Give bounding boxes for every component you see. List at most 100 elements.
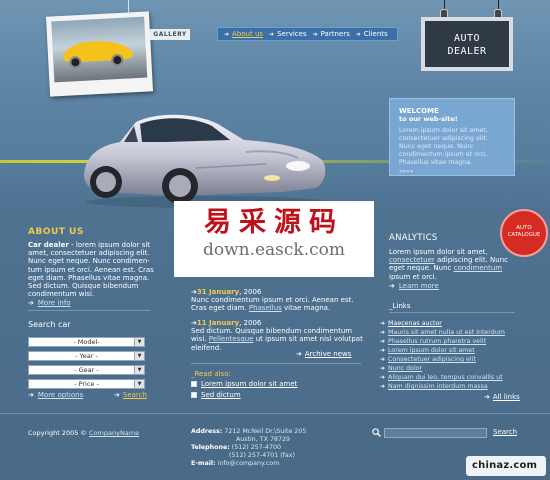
site-mark: chinaz.com (472, 460, 538, 471)
archive-news-link[interactable]: ➔ Archive news (296, 350, 351, 358)
news-date: 31 January (196, 288, 240, 296)
telephone-value: (512) 257-4700 (231, 444, 282, 451)
arrow-icon: ➔ (380, 374, 386, 381)
link-item[interactable]: ➔ Nunc dolor (380, 365, 422, 372)
read-also-item[interactable]: Lorem ipsum dolor sit amet (191, 380, 297, 388)
car-wheel (111, 53, 124, 67)
more-options-link[interactable]: ➔ More options (28, 391, 83, 399)
logo-sign[interactable]: AUTO DEALER (421, 17, 513, 71)
news-link[interactable]: Phasellus (249, 304, 282, 312)
arrow-icon: ➔ (380, 338, 386, 345)
divider (28, 310, 150, 311)
link-item[interactable]: ➔ Phasellus rutrum pharetra velit (380, 338, 486, 345)
year-select[interactable]: - Year - ▼ (28, 351, 145, 361)
arrow-icon: ➔ (389, 281, 395, 290)
model-select[interactable]: - Model- ▼ (28, 337, 145, 347)
select-value: - Gear - (74, 366, 99, 374)
select-value: - Price - (74, 380, 99, 388)
link-item[interactable]: ➔ Maecenas auctor (380, 320, 442, 327)
read-also-heading: _Read also: (191, 370, 231, 378)
contact-info: Address: 7212 McNeil Dr.\Suite 205 Austi… (191, 428, 306, 468)
top-nav: ➔ About us ➔ Services ➔ Partners ➔ Clien… (217, 27, 398, 41)
page: GALLERY ➔ About us ➔ Services ➔ Partners… (0, 0, 550, 480)
link-item[interactable]: ➔ Mauris sit amet nulla ut est interdum (380, 329, 505, 336)
divider (191, 363, 361, 364)
arrow-icon: ➔ (224, 30, 230, 38)
about-body: - lorem ipsum dolor sit amet, consectetu… (28, 241, 154, 299)
arrow-icon: ➔ (312, 30, 318, 38)
arrow-icon: ➔ (380, 320, 386, 327)
read-also-label: Sed dictum (201, 391, 241, 399)
email-label: E-mail: (191, 460, 216, 467)
footer-search-button[interactable]: Search (493, 428, 517, 436)
address-label: Address: (191, 428, 223, 435)
price-select[interactable]: - Price - ▼ (28, 379, 145, 389)
sign-hangers (420, 0, 516, 21)
search-car-button[interactable]: ➔ Search (114, 391, 147, 399)
nav-item-services[interactable]: ➔ Services (269, 30, 307, 38)
watermark: 易采源码 down.easck.com (174, 201, 374, 277)
learn-more-link[interactable]: ➔ Learn more (389, 282, 519, 290)
arrow-icon: ➔ (380, 356, 386, 363)
badge-line-2: CATALOGUE (507, 232, 541, 238)
car-wheel (69, 55, 82, 69)
bullet-icon (191, 392, 197, 398)
telephone-label: Telephone: (191, 444, 230, 451)
double-arrow-icon: ➔ (296, 350, 302, 358)
gallery-label[interactable]: GALLERY (150, 29, 190, 40)
email-value[interactable]: info@company.com (218, 460, 280, 467)
address-line: 7212 McNeil Dr.\Suite 205 (224, 428, 307, 435)
arrow-icon: ➔ (269, 30, 275, 38)
gallery-photo[interactable] (45, 11, 154, 97)
nav-item-partners[interactable]: ➔ Partners (313, 30, 350, 38)
news-item: ➔11 January, 2006 Sed dictum. Quisque bi… (191, 319, 366, 352)
footer-search-input[interactable] (384, 428, 487, 438)
link-item[interactable]: ➔ Nam dignissim interdum massa (380, 383, 488, 390)
link-item[interactable]: ➔ Lorem ipsum dolor sit amet (380, 347, 475, 354)
news-date: 11 January (196, 319, 240, 327)
logo-line-1: AUTO (453, 33, 481, 44)
welcome-more-link[interactable]: »»»» (399, 168, 505, 175)
link-label: Lorem ipsum dolor sit amet (388, 347, 475, 354)
nav-item-clients[interactable]: ➔ Clients (356, 30, 388, 38)
more-info-label: More info (37, 299, 71, 308)
more-info-link[interactable]: ➔ More info (28, 299, 156, 307)
logo-line-2: DEALER (447, 46, 487, 57)
news-item: ➔31 January, 2006 Nunc condimentum ipsum… (191, 288, 366, 313)
welcome-title: WELCOME (399, 107, 439, 115)
search-heading: Search car (28, 320, 71, 329)
arrow-icon: ➔ (380, 329, 386, 336)
arrow-icon: ➔ (28, 299, 34, 308)
all-links-link[interactable]: ➔ All links (484, 393, 520, 401)
about-text: Car dealer - lorem ipsum dolor sit amet,… (28, 241, 156, 308)
welcome-subtitle: to our web-site! (399, 115, 458, 123)
news-link[interactable]: Pellentesque (209, 335, 254, 343)
address-line: Austin, TX 78729 (236, 436, 290, 443)
double-arrow-icon: ➔ (484, 393, 490, 401)
link-label: Maecenas auctor (388, 320, 442, 327)
arrow-icon: ➔ (380, 365, 386, 372)
arrow-icon: ➔ (114, 391, 120, 399)
search-icon (372, 428, 381, 437)
link-item[interactable]: ➔ Consectetuer adipiscing elit (380, 356, 476, 363)
silver-car-image (84, 114, 326, 208)
read-also-item[interactable]: Sed dictum (191, 391, 241, 399)
select-value: - Model- (73, 338, 100, 346)
welcome-box: WELCOME to our web-site! Lorem ipsum dol… (389, 98, 515, 176)
analytics-link[interactable]: consectetuer (389, 256, 435, 264)
link-label: Aliquam dui leo, tempus convallis ut (388, 374, 503, 381)
copyright-text: Copyright 2005 © (28, 429, 90, 437)
link-label: Nam dignissim interdum massa (388, 383, 488, 390)
copyright: Copyright 2005 © CompanyName (28, 429, 139, 437)
gear-select[interactable]: - Gear - ▼ (28, 365, 145, 375)
analytics-link[interactable]: condimentum (454, 264, 503, 272)
company-link[interactable]: CompanyName (89, 429, 139, 437)
welcome-text: Lorem ipsum dolor sit amet, consectetuer… (399, 127, 488, 166)
nav-item-about-us[interactable]: ➔ About us (224, 30, 263, 38)
chevron-down-icon: ▼ (134, 380, 144, 388)
learn-more-label: Learn more (398, 281, 439, 290)
arrow-icon: ➔ (380, 347, 386, 354)
link-item[interactable]: ➔ Aliquam dui leo, tempus convallis ut (380, 374, 503, 381)
analytics-text-part: ipsum et orci. (389, 272, 437, 281)
chevron-down-icon: ▼ (134, 366, 144, 374)
